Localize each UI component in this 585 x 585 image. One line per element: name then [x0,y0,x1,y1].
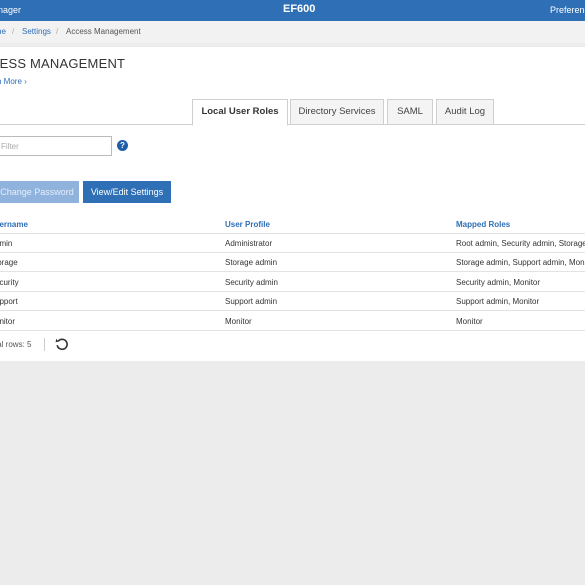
table-row[interactable]: onitor Monitor Monitor [0,312,585,331]
tab-saml[interactable]: SAML [387,99,433,125]
cell-user-profile: Administrator [225,239,273,248]
system-name: EF600 [283,3,316,15]
breadcrumb-settings[interactable]: Settings [22,27,51,36]
cell-username: upport [0,297,18,306]
cell-mapped-roles: Support admin, Monitor [456,297,540,306]
main-panel: CESS MANAGEMENT n More › Local User Role… [0,47,585,361]
cell-mapped-roles: Security admin, Monitor [456,278,541,287]
column-header-user-profile[interactable]: User Profile [225,220,270,229]
preferences-menu[interactable]: Preferences [550,5,585,15]
table-row[interactable]: upport Support admin Support admin, Moni… [0,292,585,311]
breadcrumb-home[interactable]: ne [0,27,6,36]
cell-mapped-roles: Root admin, Security admin, Storage [456,239,585,248]
cell-mapped-roles: Monitor [456,317,483,326]
column-header-username[interactable]: sername [0,220,28,229]
breadcrumb-separator: / [12,27,15,36]
cell-user-profile: Support admin [225,297,278,306]
cell-username: torage [0,258,18,267]
cell-username: ecurity [0,278,19,287]
table-row[interactable]: ecurity Security admin Security admin, M… [0,273,585,292]
cell-user-profile: Storage admin [225,258,278,267]
breadcrumb-current: Access Management [66,27,141,36]
learn-more-link[interactable]: n More › [0,77,27,86]
view-edit-settings-button[interactable]: View/Edit Settings [83,181,171,203]
tab-local-user-roles[interactable]: Local User Roles [192,99,288,126]
footer-divider [44,338,45,351]
app-name[interactable]: nager [0,5,21,15]
column-header-mapped-roles[interactable]: Mapped Roles [456,220,510,229]
table-row[interactable]: dmin Administrator Root admin, Security … [0,234,585,253]
help-icon[interactable]: ? [117,140,128,151]
filter-input[interactable] [0,136,112,156]
table-header: sername User Profile Mapped Roles [0,215,585,234]
breadcrumb: ne / Settings / Access Management [0,21,585,43]
cell-username: dmin [0,239,13,248]
cell-username: onitor [0,317,16,326]
breadcrumb-separator: / [56,27,59,36]
page-title: CESS MANAGEMENT [0,56,126,71]
change-password-button[interactable]: Change Password [0,181,79,203]
total-rows-count: tal rows: 5 [0,340,32,349]
tab-directory-services[interactable]: Directory Services [290,99,384,125]
top-bar: nager EF600 Preferences [0,0,585,21]
refresh-icon[interactable] [55,337,69,351]
cell-user-profile: Security admin [225,278,278,287]
cell-user-profile: Monitor [225,317,252,326]
table-row[interactable]: torage Storage admin Storage admin, Supp… [0,253,585,272]
tab-audit-log[interactable]: Audit Log [436,99,494,125]
cell-mapped-roles: Storage admin, Support admin, Moni [456,258,585,267]
